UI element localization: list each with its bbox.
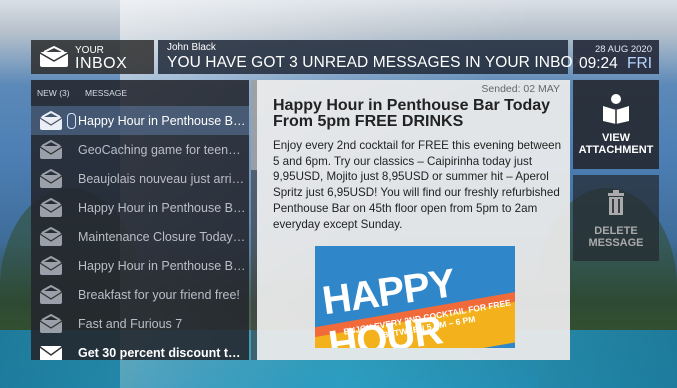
list-item[interactable]: Breakfast for your friend free! xyxy=(31,280,249,309)
notice-header: John Black YOU HAVE GOT 3 UNREAD MESSAGE… xyxy=(158,40,587,74)
inbox-title: YOUR INBOX xyxy=(75,44,128,72)
view-attachment-button[interactable]: VIEW ATTACHMENT xyxy=(573,80,659,169)
happy-hour-banner: HAPPY HOUR ENJOY EVERY 2ND COCKTAIL FOR … xyxy=(315,246,515,348)
list-item-label: Breakfast for your friend free! xyxy=(78,287,240,302)
trash-icon xyxy=(600,187,632,219)
message-view: Sended: 02 MAY Happy Hour in Penthouse B… xyxy=(257,80,570,360)
delete-message-label: DELETE MESSAGE xyxy=(588,225,644,249)
list-item[interactable]: Get 30 percent discount today! xyxy=(31,338,249,360)
envelope-open-icon xyxy=(39,197,69,218)
list-item-label: Get 30 percent discount today! xyxy=(78,345,246,360)
list-item[interactable]: Maintenance Closure Today ... xyxy=(31,222,249,251)
message-body: Enjoy every 2nd cocktail for FREE this e… xyxy=(273,139,562,231)
clock: 28 AUG 2020 09:24 FRI xyxy=(573,40,659,74)
list-item-label: GeoCaching game for teens t... xyxy=(78,142,246,157)
list-item[interactable]: Happy Hour in Penthouse Bar... xyxy=(31,106,249,135)
sender-name: John Black xyxy=(167,42,216,53)
list-item-label: Maintenance Closure Today ... xyxy=(78,229,246,244)
list-header: NEW (3) MESSAGE xyxy=(31,80,249,106)
envelope-closed-icon xyxy=(39,343,69,360)
envelope-open-icon xyxy=(39,313,69,334)
envelope-icon xyxy=(39,45,69,68)
envelope-open-icon xyxy=(39,226,69,247)
unread-notice: YOU HAVE GOT 3 UNREAD MESSAGES IN YOUR I… xyxy=(167,54,588,71)
list-item[interactable]: Happy Hour in Penthouse Bar... xyxy=(31,193,249,222)
envelope-open-icon xyxy=(39,284,69,305)
envelope-open-icon xyxy=(39,139,69,160)
clock-time: 09:24 xyxy=(579,55,618,72)
paperclip-icon xyxy=(67,112,76,129)
message-subject: Happy Hour in Penthouse Bar Today From 5… xyxy=(273,97,551,130)
list-item-label: Happy Hour in Penthouse Bar... xyxy=(78,113,246,128)
delete-message-button[interactable]: DELETE MESSAGE xyxy=(573,175,659,261)
reading-person-icon xyxy=(600,92,632,124)
message-list: NEW (3) MESSAGE Happy Hour in Penthouse … xyxy=(31,80,249,360)
list-item-label: Happy Hour in Penthouse Bar... xyxy=(78,258,246,273)
list-item[interactable]: Fast and Furious 7 xyxy=(31,309,249,338)
new-count: NEW (3) xyxy=(37,88,70,98)
list-item-label: Fast and Furious 7 xyxy=(78,316,183,331)
envelope-open-icon xyxy=(39,168,69,189)
list-item-label: Happy Hour in Penthouse Bar... xyxy=(78,200,246,215)
view-attachment-label: VIEW ATTACHMENT xyxy=(578,132,654,156)
list-item[interactable]: Happy Hour in Penthouse Bar... xyxy=(31,251,249,280)
clock-date: 28 AUG 2020 xyxy=(594,44,652,55)
list-item-label: Beaujolais nouveau just arriv... xyxy=(78,171,246,186)
inbox-header: YOUR INBOX xyxy=(31,40,154,74)
list-item[interactable]: GeoCaching game for teens t... xyxy=(31,135,249,164)
sent-date: Sended: 02 MAY xyxy=(481,83,560,95)
list-item[interactable]: Beaujolais nouveau just arriv... xyxy=(31,164,249,193)
envelope-open-icon xyxy=(39,255,69,276)
message-column-label: MESSAGE xyxy=(85,88,128,98)
inbox-big-label: INBOX xyxy=(75,55,128,72)
envelope-open-icon xyxy=(39,110,76,131)
clock-day: FRI xyxy=(627,55,652,72)
